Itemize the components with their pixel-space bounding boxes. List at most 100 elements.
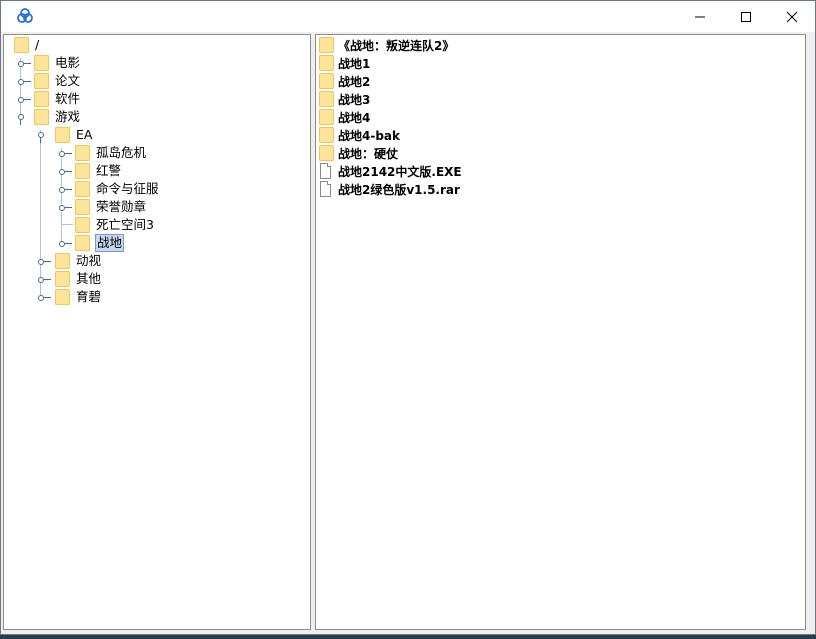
- tree-node-papers[interactable]: 论文: [33, 72, 80, 90]
- close-icon: [786, 11, 798, 22]
- tree-node-red-alert[interactable]: 红警: [74, 162, 121, 180]
- tree-node-medal-of-honor[interactable]: 荣誉勋章: [74, 198, 146, 216]
- folder-icon: [54, 127, 70, 143]
- tree-node-label: 孤岛危机: [96, 145, 147, 160]
- list-item-label: 战地3: [338, 92, 371, 107]
- folder-icon: [33, 55, 49, 71]
- folder-icon: [13, 37, 29, 53]
- folder-icon: [318, 55, 334, 71]
- minimize-icon: [695, 16, 705, 17]
- tree-node-label: 命令与征服: [96, 181, 159, 196]
- tree-node-crysis[interactable]: 孤岛危机: [74, 144, 146, 162]
- folder-icon: [54, 253, 70, 269]
- folder-icon: [318, 127, 334, 143]
- folder-icon: [318, 145, 334, 161]
- tree-node-label: /: [35, 37, 40, 52]
- tree-connector: [61, 148, 62, 244]
- list-item[interactable]: 战地1: [318, 54, 370, 72]
- list-item-label: 战地2绿色版v1.5.rar: [338, 182, 460, 197]
- tree-node-label: 动视: [76, 253, 102, 268]
- tree-node-others[interactable]: 其他: [54, 270, 101, 288]
- tree-node-movies[interactable]: 电影: [33, 54, 80, 72]
- maximize-icon: [741, 11, 751, 22]
- tree-node-label: 电影: [55, 55, 81, 70]
- minimize-button[interactable]: [677, 1, 723, 32]
- tree-node-label: 论文: [55, 73, 81, 88]
- folder-icon: [74, 181, 90, 197]
- tree-node-label: 软件: [55, 91, 81, 106]
- title-bar[interactable]: [1, 1, 815, 32]
- collapse-toggle[interactable]: [59, 185, 73, 195]
- maximize-button[interactable]: [723, 1, 769, 32]
- list-item[interactable]: 战地3: [318, 90, 370, 108]
- folder-icon: [318, 73, 334, 89]
- tree-node-ubisoft[interactable]: 育碧: [54, 288, 101, 306]
- folder-icon: [33, 73, 49, 89]
- tree-node-command-conquer[interactable]: 命令与征服: [74, 180, 159, 198]
- folder-icon: [74, 217, 90, 233]
- list-item-label: 战地1: [338, 56, 371, 71]
- expand-toggle[interactable]: [38, 130, 52, 143]
- file-icon: [318, 181, 334, 197]
- file-list-pane[interactable]: 《战地：叛逆连队2》 战地1 战地2 战地3 战地4 战地4-bak 战地：硬仗: [315, 34, 806, 630]
- tree-node-software[interactable]: 软件: [33, 90, 80, 108]
- tree-node-label: 其他: [76, 271, 102, 286]
- list-item-label: 战地4-bak: [338, 128, 400, 143]
- collapse-toggle[interactable]: [59, 149, 73, 159]
- folder-icon: [74, 145, 90, 161]
- collapse-toggle[interactable]: [59, 239, 73, 249]
- folder-icon: [54, 271, 70, 287]
- tree-node-label: 育碧: [76, 289, 102, 304]
- folder-icon: [318, 91, 334, 107]
- tree-node-games[interactable]: 游戏: [33, 108, 80, 126]
- folder-icon: [318, 37, 334, 53]
- tree-node-dead-space-3[interactable]: 死亡空间3: [74, 216, 154, 234]
- close-button[interactable]: [769, 1, 815, 32]
- tree-connector: [61, 224, 73, 225]
- collapse-toggle[interactable]: [38, 275, 52, 285]
- tree-node-label: 游戏: [55, 109, 81, 124]
- app-window: / 电影 论文 软件 游戏 EA 孤岛危机 红警 命令与征服 荣誉勋章 死亡空间…: [0, 0, 816, 635]
- tree-node-battlefield[interactable]: 战地: [74, 234, 125, 252]
- collapse-toggle[interactable]: [38, 257, 52, 267]
- tree-node-activision[interactable]: 动视: [54, 252, 101, 270]
- tree-node-label-selected: 战地: [95, 234, 125, 252]
- folder-icon: [54, 289, 70, 305]
- list-item[interactable]: 战地2: [318, 72, 370, 90]
- folder-icon: [318, 109, 334, 125]
- collapse-toggle[interactable]: [18, 77, 32, 87]
- scrollbar-track[interactable]: [807, 34, 815, 630]
- collapse-toggle[interactable]: [59, 203, 73, 213]
- list-item-label: 《战地：叛逆连队2》: [338, 38, 455, 53]
- list-item-label: 战地2142中文版.EXE: [338, 164, 462, 179]
- tree-node-ea[interactable]: EA: [54, 126, 92, 144]
- tree-node-label: 死亡空间3: [96, 217, 154, 232]
- link-rings-icon: [17, 8, 33, 23]
- expand-toggle[interactable]: [18, 112, 32, 125]
- folder-icon: [33, 91, 49, 107]
- list-item[interactable]: 战地2绿色版v1.5.rar: [318, 180, 460, 198]
- list-item[interactable]: 战地4-bak: [318, 126, 400, 144]
- collapse-toggle[interactable]: [59, 167, 73, 177]
- list-item-label: 战地4: [338, 110, 371, 125]
- list-item[interactable]: 战地4: [318, 108, 370, 126]
- tree-node-label: EA: [76, 127, 93, 142]
- collapse-toggle[interactable]: [18, 95, 32, 105]
- folder-tree-pane[interactable]: / 电影 论文 软件 游戏 EA 孤岛危机 红警 命令与征服 荣誉勋章 死亡空间…: [3, 34, 311, 630]
- folder-icon: [33, 109, 49, 125]
- tree-node-label: 荣誉勋章: [96, 199, 147, 214]
- tree-connector: [40, 130, 41, 298]
- list-item[interactable]: 战地：硬仗: [318, 144, 398, 162]
- list-item[interactable]: 战地2142中文版.EXE: [318, 162, 462, 180]
- folder-icon: [74, 199, 90, 215]
- list-item-label: 战地：硬仗: [338, 146, 399, 161]
- folder-icon: [74, 163, 90, 179]
- tree-node-label: 红警: [96, 163, 122, 178]
- list-item[interactable]: 《战地：叛逆连队2》: [318, 36, 454, 54]
- file-icon: [318, 163, 334, 179]
- list-item-label: 战地2: [338, 74, 371, 89]
- collapse-toggle[interactable]: [18, 59, 32, 69]
- folder-icon: [74, 235, 90, 251]
- tree-node-root[interactable]: /: [13, 36, 39, 54]
- collapse-toggle[interactable]: [38, 293, 52, 303]
